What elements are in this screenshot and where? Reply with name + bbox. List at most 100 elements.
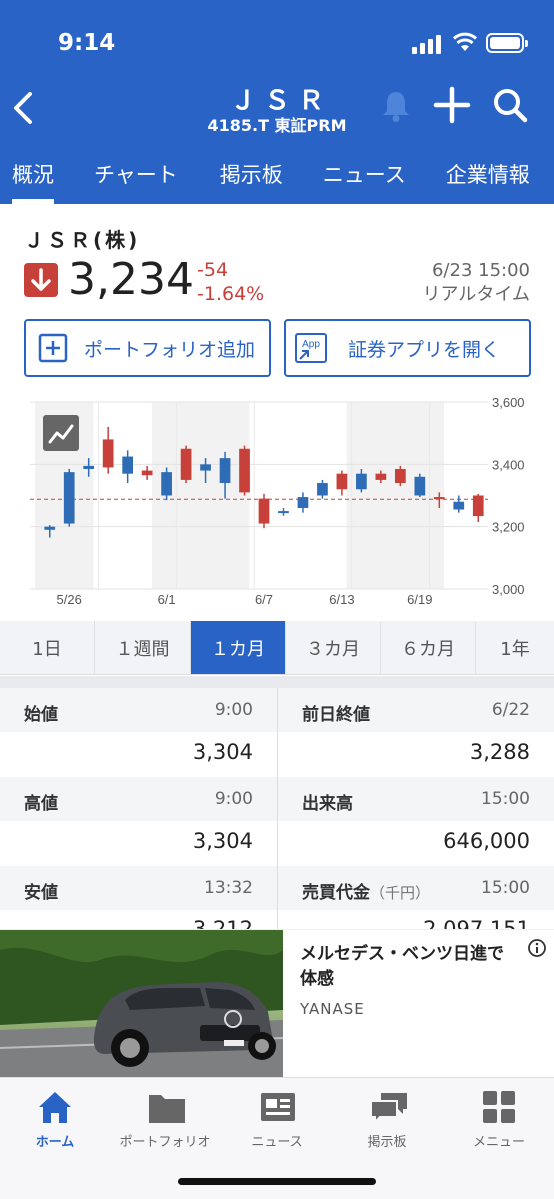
chart-x-tick-label: 6/19 xyxy=(407,592,432,607)
period-1week[interactable]: １週間 xyxy=(95,621,191,674)
status-bar: 9:14 xyxy=(0,0,554,80)
period-6month[interactable]: ６カ月 xyxy=(381,621,476,674)
news-icon xyxy=(261,1093,295,1121)
chart-candle xyxy=(472,493,484,522)
chart-type-icon[interactable] xyxy=(43,415,79,451)
chart-candle xyxy=(317,479,328,499)
chart-candle-body xyxy=(394,469,406,484)
tab-chart[interactable]: チャート xyxy=(94,142,178,204)
chart-candle-body xyxy=(278,511,289,514)
bottom-nav-board-label: 掲示板 xyxy=(367,1135,407,1150)
stat-volume-header: 出来高 15:00 xyxy=(278,777,554,821)
chart-candle-body xyxy=(356,473,367,490)
chart-candle-body xyxy=(317,483,328,496)
app-launch-icon: App xyxy=(295,333,327,363)
timestamp-datetime: 6/23 15:00 xyxy=(431,260,530,281)
chart-candle xyxy=(453,495,465,513)
bottom-nav-menu-label: メニュー xyxy=(472,1135,525,1150)
add-portfolio-button[interactable]: ポートフォリオ追加 xyxy=(24,319,271,377)
wifi-icon xyxy=(452,32,478,51)
home-icon xyxy=(39,1092,71,1123)
chart-candle-body xyxy=(453,501,465,510)
chart-candle xyxy=(141,465,153,480)
folder-icon xyxy=(149,1095,185,1123)
stat-turnover-header: 売買代金（千円） 15:00 xyxy=(278,866,554,910)
period-1month[interactable]: １カ月 xyxy=(191,621,286,674)
period-3month[interactable]: ３カ月 xyxy=(286,621,381,674)
stat-low-time: 13:32 xyxy=(204,878,253,898)
chart-candle xyxy=(161,467,172,501)
bell-icon[interactable] xyxy=(381,89,411,123)
chart-candle-body xyxy=(414,476,426,496)
chart-candle-body xyxy=(219,458,231,484)
bottom-nav-news-label: ニュース xyxy=(251,1135,303,1150)
tab-company[interactable]: 企業情報 xyxy=(446,142,530,204)
stat-turnover-unit: （千円） xyxy=(370,884,431,902)
ad-car-image[interactable] xyxy=(0,930,283,1078)
change-amount: -54 xyxy=(197,259,229,281)
ad-headline[interactable]: メルセデス・ベンツ日進で体感 xyxy=(300,942,510,992)
bottom-nav-home-label: ホーム xyxy=(35,1135,75,1150)
stat-turnover-label: 売買代金（千円） xyxy=(302,878,430,903)
price-change: -54 -1.64% xyxy=(197,258,264,306)
chart-candle xyxy=(122,450,134,484)
chart-candle-body xyxy=(102,439,114,468)
chart-candle-body xyxy=(258,498,270,524)
menu-grid-icon xyxy=(483,1091,515,1123)
stat-low-header: 安値 13:32 xyxy=(0,866,277,910)
signal-icon xyxy=(412,35,441,54)
ad-sponsor: YANASE xyxy=(300,1000,365,1018)
period-1year[interactable]: 1年 xyxy=(476,621,554,674)
stat-prev-close-header: 前日終値 6/22 xyxy=(278,688,554,732)
timestamp-realtime: リアルタイム xyxy=(422,284,530,305)
chart-y-tick-label: 3,000 xyxy=(492,582,525,597)
stat-high-header: 高値 9:00 xyxy=(0,777,277,821)
stat-turnover-time: 15:00 xyxy=(481,878,530,898)
info-icon[interactable] xyxy=(527,938,547,958)
tab-overview[interactable]: 概況 xyxy=(12,142,54,204)
ad-banner[interactable]: メルセデス・ベンツ日進で体感 YANASE xyxy=(0,929,554,1078)
open-securities-app-button[interactable]: App 証券アプリを開く xyxy=(284,319,531,377)
tab-news[interactable]: ニュース xyxy=(323,142,406,204)
chart-candle-body xyxy=(141,470,153,476)
chart-candle-body xyxy=(83,465,95,470)
bottom-nav-portfolio-label: ポートフォリオ xyxy=(119,1135,211,1150)
chart-candle-body xyxy=(433,497,445,500)
add-portfolio-label: ポートフォリオ追加 xyxy=(84,338,256,361)
search-icon[interactable] xyxy=(491,86,529,124)
chart-candle xyxy=(239,445,250,496)
chart-x-tick-label: 6/13 xyxy=(329,592,354,607)
company-name: ＪＳＲ(株) xyxy=(24,228,141,252)
stat-open-label: 始値 xyxy=(24,705,58,725)
chart-candle-body xyxy=(472,495,484,517)
add-icon[interactable] xyxy=(433,86,471,124)
price-chart[interactable]: 3,600 3,400 3,200 3,000 5/26 6/1 6/7 6/13 6/19 xyxy=(0,388,554,618)
chart-candle xyxy=(63,469,75,527)
stats-column-divider xyxy=(277,688,278,930)
stat-prev-close-time: 6/22 xyxy=(491,700,530,720)
stat-high-label: 高値 xyxy=(24,794,58,814)
period-1day[interactable]: 1日 xyxy=(0,621,95,674)
app-icon-text: App xyxy=(302,339,320,350)
stat-open-header: 始値 9:00 xyxy=(0,688,277,732)
chart-candle xyxy=(278,507,289,516)
chart-candle-body xyxy=(239,448,250,493)
chart-candle-body xyxy=(297,497,309,508)
chart-y-tick-label: 3,400 xyxy=(492,457,525,472)
section-divider xyxy=(0,676,554,688)
chart-candle-body xyxy=(63,472,75,524)
section-tabs: 概況 チャート 掲示板 ニュース 企業情報 xyxy=(0,142,554,204)
stat-high-value: 3,304 xyxy=(192,829,253,853)
chart-candle-body xyxy=(161,472,172,496)
chart-x-tick-label: 6/7 xyxy=(255,592,273,607)
tab-board[interactable]: 掲示板 xyxy=(220,142,283,204)
stat-open-time: 9:00 xyxy=(214,700,253,720)
price-timestamp: 6/23 15:00 リアルタイム xyxy=(423,259,530,307)
board-icon xyxy=(370,1093,407,1125)
stat-volume-value: 646,000 xyxy=(443,829,530,853)
open-app-label: 証券アプリを開く xyxy=(348,338,501,361)
chart-candle xyxy=(414,473,426,498)
change-percent: -1.64% xyxy=(197,283,265,305)
chart-candle xyxy=(180,445,192,484)
home-indicator xyxy=(178,1178,376,1185)
